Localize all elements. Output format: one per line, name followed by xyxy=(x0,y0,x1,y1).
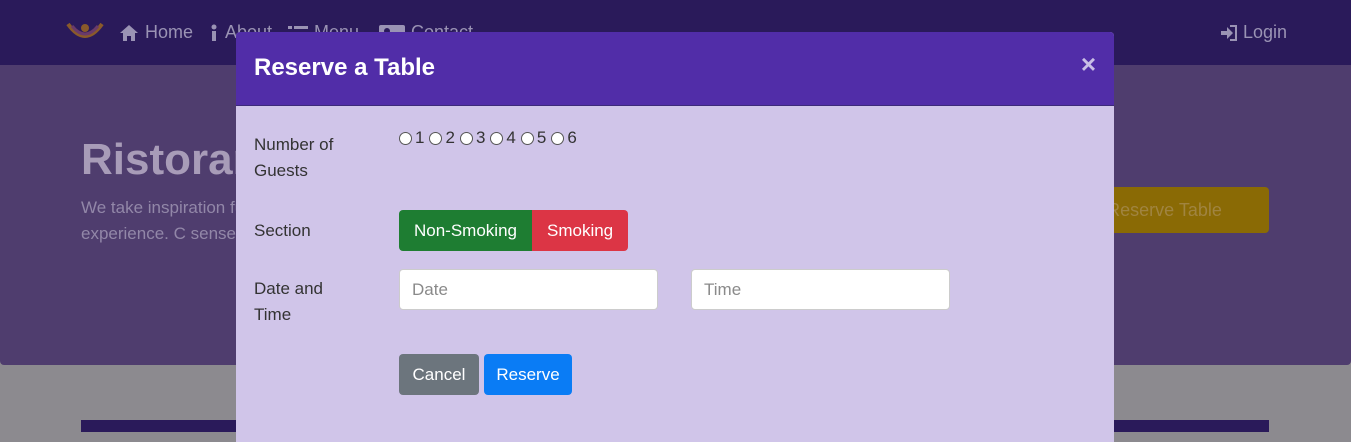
guest-option-label: 1 xyxy=(415,128,425,147)
brand-logo[interactable] xyxy=(64,14,106,48)
section-label: Section xyxy=(254,221,311,240)
guest-option-1[interactable]: 1 xyxy=(399,128,424,148)
radio-button[interactable] xyxy=(459,131,473,145)
guest-option-label: 5 xyxy=(536,128,547,147)
guest-option-label: 4 xyxy=(506,128,516,147)
guest-option-label: 6 xyxy=(567,128,577,147)
guest-option-5[interactable]: 5 xyxy=(520,128,547,148)
date-input[interactable] xyxy=(399,269,658,310)
guests-label: Number of Guests xyxy=(254,135,334,180)
reserve-button[interactable]: Reserve xyxy=(484,354,572,395)
radio-button[interactable] xyxy=(429,131,443,145)
non-smoking-button[interactable]: Non-Smoking xyxy=(399,210,532,251)
info-icon xyxy=(211,24,217,41)
time-input[interactable] xyxy=(691,269,950,310)
cancel-button[interactable]: Cancel xyxy=(399,354,479,395)
nav-login[interactable]: Login xyxy=(1221,22,1287,43)
datetime-label: Date and Time xyxy=(254,279,323,324)
radio-button[interactable] xyxy=(490,131,504,145)
close-icon[interactable]: × xyxy=(1081,50,1096,78)
modal-title: Reserve a Table xyxy=(254,54,435,81)
reserve-modal: Reserve a Table × Number of Guests 1 2 3… xyxy=(236,32,1114,442)
guest-option-label: 3 xyxy=(475,128,486,147)
guest-option-3[interactable]: 3 xyxy=(459,128,486,148)
section-button-group: Non-Smoking Smoking xyxy=(399,210,629,251)
sign-in-icon xyxy=(1221,24,1237,41)
modal-header: Reserve a Table × xyxy=(236,32,1114,106)
smoking-button[interactable]: Smoking xyxy=(532,210,629,251)
radio-button[interactable] xyxy=(551,131,565,145)
radio-button[interactable] xyxy=(399,131,412,145)
guest-option-6[interactable]: 6 xyxy=(551,128,577,148)
guest-option-label: 2 xyxy=(445,128,455,147)
guest-option-4[interactable]: 4 xyxy=(490,128,516,148)
radio-button[interactable] xyxy=(520,131,534,145)
guest-option-2[interactable]: 2 xyxy=(429,128,455,148)
nav-home-label: Home xyxy=(145,22,194,42)
nav-login-label: Login xyxy=(1243,22,1288,42)
home-icon xyxy=(120,24,138,41)
guests-radio-group: 1 2 3 4 5 6 xyxy=(399,128,582,148)
nav-home[interactable]: Home xyxy=(119,22,193,43)
